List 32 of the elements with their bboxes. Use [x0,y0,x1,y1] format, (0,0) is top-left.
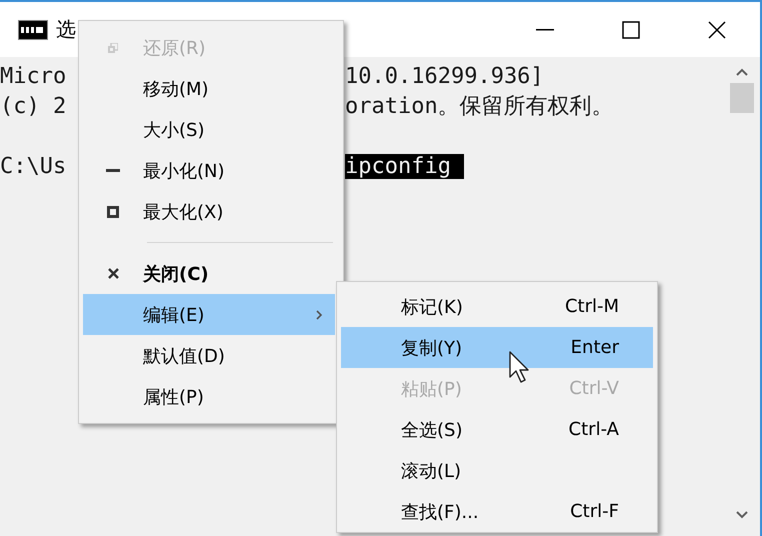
minimize-icon [106,168,120,172]
close-icon [707,20,727,40]
menu-item[interactable]: 标记(K) Ctrl-M [341,286,653,327]
window-title: 选 [56,16,76,43]
console-text: Micro [0,64,66,88]
menu-item[interactable]: 默认值(D) [83,335,335,376]
menu-item[interactable]: 滚动(L) [341,450,653,491]
close-icon [108,268,118,279]
menu-item[interactable]: 最大化(X) [83,191,335,232]
menu-item[interactable]: 编辑(E) [83,294,335,335]
console-text: oration。保留所有权利。 [345,93,614,121]
console-text: (c) 2 [0,94,66,118]
menu-item[interactable]: 最小化(N) [83,150,335,191]
menu-item[interactable]: 全选(S) Ctrl-A [341,409,653,450]
scroll-down-icon[interactable] [735,510,749,520]
console-icon [18,20,48,40]
scroll-up-icon[interactable] [735,67,749,77]
menu-item[interactable]: 查找(F)... Ctrl-F [341,491,653,532]
maximize-icon [621,20,641,40]
menu-item[interactable]: 属性(P) [83,376,335,417]
restore-icon [108,42,118,52]
mouse-pointer-icon [509,351,531,385]
minimize-icon [536,28,554,30]
menu-item[interactable]: 关闭(C) [83,253,335,294]
console-text: 10.0.16299.936] [345,64,544,88]
menu-item[interactable]: 移动(M) [83,68,335,109]
console-text: ipconfig [345,154,464,178]
maximize-icon [107,206,119,218]
menu-item[interactable]: 复制(Y) Enter [341,327,653,368]
menu-item[interactable]: 大小(S) [83,109,335,150]
console-text: C:\Us [0,154,66,178]
scroll-thumb[interactable] [730,83,754,113]
